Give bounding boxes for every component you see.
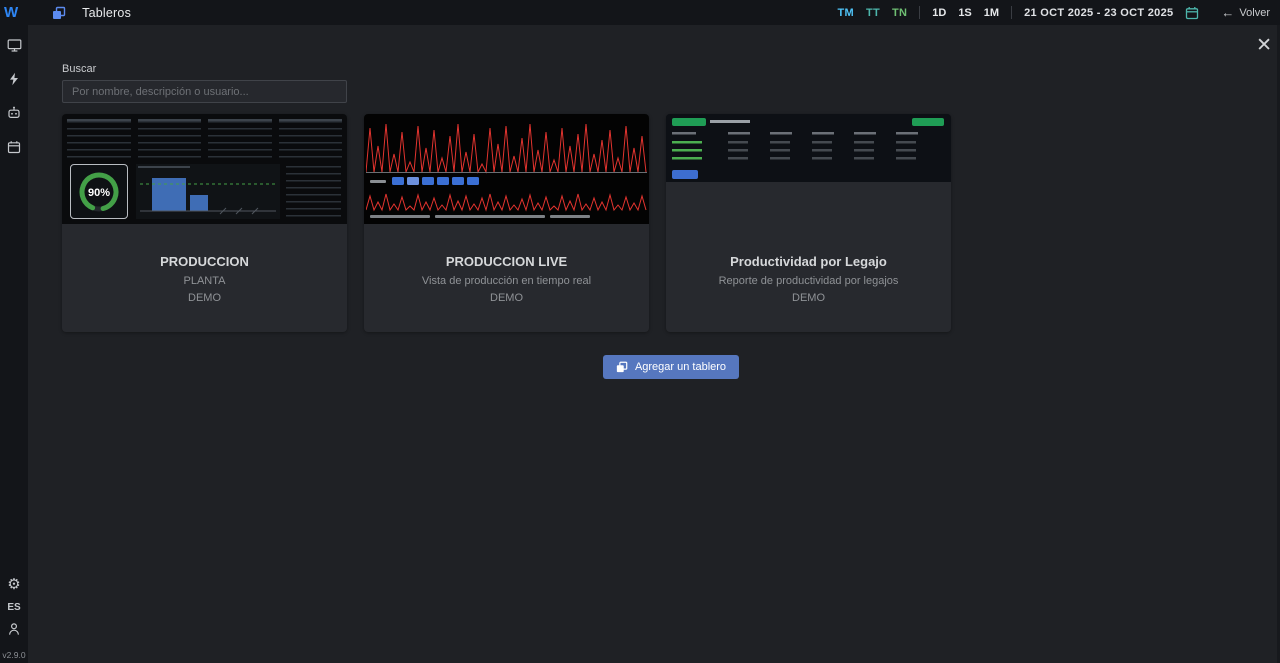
- sidebar-bottom: ⚙ ES v2.9.0: [2, 577, 25, 660]
- divider: [919, 6, 920, 19]
- close-icon[interactable]: ✕: [1256, 36, 1272, 55]
- date-range[interactable]: 21 OCT 2025 - 23 OCT 2025: [1024, 7, 1173, 19]
- back-arrow-icon: ←: [1221, 6, 1234, 19]
- card-tag: DEMO: [674, 292, 943, 304]
- monitor-icon[interactable]: [6, 37, 22, 53]
- add-board-button[interactable]: Agregar un tablero: [603, 355, 739, 379]
- bar-chart: [136, 164, 280, 224]
- toggle-tn[interactable]: TN: [892, 7, 907, 19]
- table-thumbnail: [666, 114, 951, 182]
- add-board-row: Agregar un tablero: [62, 355, 1280, 379]
- toggle-tt[interactable]: TT: [866, 7, 880, 19]
- bot-icon[interactable]: [6, 105, 22, 121]
- spike-chart-small: [366, 190, 647, 212]
- app-logo[interactable]: W: [4, 5, 18, 20]
- lightning-icon[interactable]: [6, 71, 22, 87]
- card-text: PRODUCCION LIVE Vista de producción en t…: [372, 254, 641, 304]
- thumbnail-controls: [370, 177, 479, 185]
- page-title: Tableros: [82, 6, 131, 20]
- card-title: PRODUCCION LIVE: [372, 254, 641, 269]
- range-1s-button[interactable]: 1S: [958, 7, 971, 19]
- card-title: PRODUCCION: [70, 254, 339, 269]
- thumbnail-caption: [370, 215, 590, 218]
- divider: [1011, 6, 1012, 19]
- app-version: v2.9.0: [2, 650, 25, 660]
- board-thumbnail: [364, 114, 649, 224]
- topbar: W Tableros TM TT TN 1D 1S 1M 21 OCT 2025…: [0, 0, 1280, 25]
- range-1d-button[interactable]: 1D: [932, 7, 946, 19]
- calendar-nav-icon[interactable]: [6, 139, 22, 155]
- back-label: Volver: [1239, 7, 1270, 19]
- thumbnail-tables: [67, 119, 342, 161]
- user-icon[interactable]: [7, 622, 21, 641]
- board-cards: 90%: [62, 114, 1280, 332]
- add-board-label: Agregar un tablero: [635, 361, 726, 373]
- language-selector[interactable]: ES: [7, 602, 20, 613]
- search-label: Buscar: [62, 63, 1280, 75]
- back-button[interactable]: ← Volver: [1221, 6, 1270, 19]
- thumbnail-table: [286, 166, 341, 217]
- gauge-value: 90%: [88, 187, 110, 199]
- spike-chart: [366, 118, 647, 174]
- app-root: W Tableros TM TT TN 1D 1S 1M 21 OCT 2025…: [0, 0, 1280, 663]
- topbar-right: TM TT TN 1D 1S 1M 21 OCT 2025 - 23 OCT 2…: [837, 6, 1270, 20]
- sidebar: ⚙ ES v2.9.0: [0, 25, 28, 663]
- toggle-tm[interactable]: TM: [837, 7, 853, 19]
- boards-icon[interactable]: [52, 6, 66, 20]
- board-card-produccion[interactable]: 90%: [62, 114, 347, 332]
- card-text: Productividad por Legajo Reporte de prod…: [674, 254, 943, 304]
- card-subtitle: PLANTA: [70, 275, 339, 287]
- board-thumbnail: 90%: [62, 114, 347, 224]
- board-thumbnail: [666, 114, 951, 182]
- gauge-chart: 90%: [70, 164, 128, 219]
- add-board-icon: [616, 361, 628, 373]
- card-subtitle: Reporte de productividad por legajos: [674, 275, 943, 287]
- gear-icon[interactable]: ⚙: [7, 577, 20, 592]
- search-input[interactable]: [62, 80, 347, 103]
- card-tag: DEMO: [70, 292, 339, 304]
- board-card-produccion-live[interactable]: PRODUCCION LIVE Vista de producción en t…: [364, 114, 649, 332]
- board-card-productividad[interactable]: Productividad por Legajo Reporte de prod…: [666, 114, 951, 332]
- card-text: PRODUCCION PLANTA DEMO: [70, 254, 339, 304]
- card-tag: DEMO: [372, 292, 641, 304]
- boards-panel: ✕ Buscar 90%: [28, 25, 1280, 663]
- boards-content: Buscar 90%: [28, 25, 1280, 379]
- topbar-left: W Tableros: [4, 5, 131, 20]
- range-1m-button[interactable]: 1M: [984, 7, 999, 19]
- card-title: Productividad por Legajo: [674, 254, 943, 269]
- card-subtitle: Vista de producción en tiempo real: [372, 275, 641, 287]
- calendar-icon[interactable]: [1185, 6, 1199, 20]
